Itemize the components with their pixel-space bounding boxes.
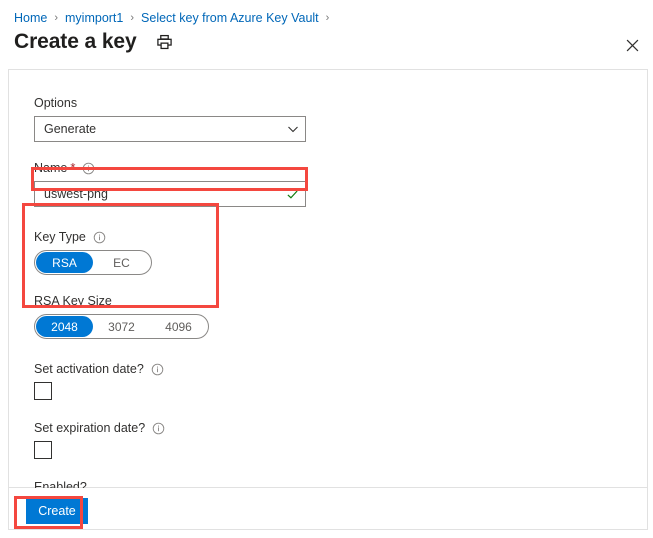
options-label-text: Options — [34, 96, 78, 110]
field-set-expiration-date: Set expiration date? — [34, 420, 594, 459]
field-set-activation-date: Set activation date? — [34, 361, 594, 400]
chevron-down-icon — [287, 123, 299, 135]
rsa-key-size-option-3072[interactable]: 3072 — [93, 316, 150, 337]
page-header: Home › myimport1 › Select key from Azure… — [0, 0, 653, 69]
set-activation-date-label: Set activation date? — [34, 361, 594, 377]
key-type-label-text: Key Type — [34, 230, 86, 244]
set-expiration-date-checkbox[interactable] — [34, 441, 52, 459]
checkmark-icon — [286, 188, 299, 201]
required-marker: * — [70, 160, 76, 175]
key-type-label: Key Type — [34, 229, 594, 245]
key-type-option-rsa[interactable]: RSA — [36, 252, 93, 273]
name-input-value: uswest-png — [44, 187, 108, 201]
field-options: Options Generate — [34, 95, 594, 142]
name-label-text: Name — [34, 161, 68, 175]
close-button[interactable] — [621, 34, 643, 56]
page-title: Create a key — [14, 30, 137, 53]
close-icon — [626, 39, 638, 51]
options-selected-value: Generate — [44, 122, 97, 136]
name-label: Name * — [34, 160, 594, 176]
set-activation-date-checkbox[interactable] — [34, 382, 52, 400]
info-icon[interactable] — [152, 422, 165, 435]
info-icon[interactable] — [82, 162, 95, 175]
printer-icon[interactable] — [155, 32, 175, 52]
field-key-type: Key Type RSA EC — [34, 229, 594, 275]
info-icon[interactable] — [151, 363, 164, 376]
breadcrumb-separator-icon: › — [130, 12, 135, 24]
rsa-key-size-option-2048[interactable]: 2048 — [36, 316, 93, 337]
info-icon[interactable] — [93, 231, 106, 244]
title-row: Create a key — [14, 28, 175, 56]
rsa-key-size-label-text: RSA Key Size — [34, 294, 112, 308]
breadcrumb-separator-icon: › — [325, 12, 330, 24]
form-footer: Create — [8, 488, 648, 530]
create-key-form: Options Generate Name * uswest-png Key T… — [34, 95, 594, 525]
breadcrumb-item-myimport1[interactable]: myimport1 — [65, 10, 123, 26]
set-expiration-date-label-text: Set expiration date? — [34, 421, 146, 435]
key-type-toggle[interactable]: RSA EC — [34, 250, 152, 275]
create-button[interactable]: Create — [26, 498, 88, 524]
form-panel: Options Generate Name * uswest-png Key T… — [8, 69, 648, 525]
rsa-key-size-label: RSA Key Size — [34, 293, 594, 309]
field-rsa-key-size: RSA Key Size 2048 3072 4096 — [34, 293, 594, 339]
field-name: Name * uswest-png — [34, 160, 594, 207]
rsa-key-size-option-4096[interactable]: 4096 — [150, 316, 207, 337]
options-dropdown[interactable]: Generate — [34, 116, 306, 142]
breadcrumb: Home › myimport1 › Select key from Azure… — [14, 8, 336, 28]
set-expiration-date-label: Set expiration date? — [34, 420, 594, 436]
breadcrumb-item-select-key[interactable]: Select key from Azure Key Vault — [141, 10, 319, 26]
breadcrumb-separator-icon: › — [54, 12, 59, 24]
name-input[interactable]: uswest-png — [34, 181, 306, 207]
options-label: Options — [34, 95, 594, 111]
breadcrumb-item-home[interactable]: Home — [14, 10, 47, 26]
key-type-option-ec[interactable]: EC — [93, 252, 150, 273]
rsa-key-size-toggle[interactable]: 2048 3072 4096 — [34, 314, 209, 339]
set-activation-date-label-text: Set activation date? — [34, 362, 144, 376]
